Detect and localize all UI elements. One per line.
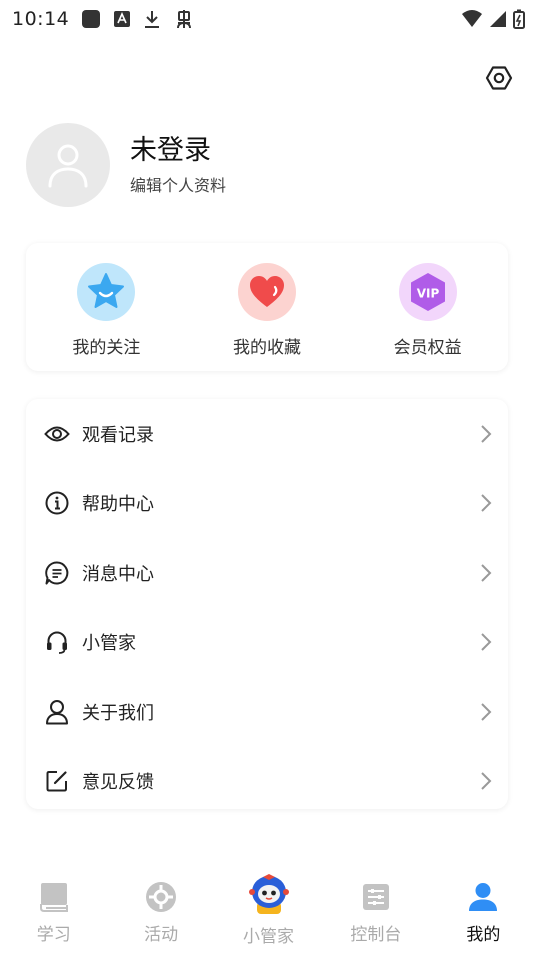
status-time: 10:14 xyxy=(12,8,70,30)
menu-item-label: 小管家 xyxy=(82,633,136,655)
notification-square-icon xyxy=(81,9,101,29)
chevron-right-icon xyxy=(481,633,492,651)
tab-activity[interactable]: 活动 xyxy=(107,868,214,956)
robot-icon xyxy=(247,872,291,916)
quick-action-label: 会员权益 xyxy=(393,338,462,358)
tab-label: 控制台 xyxy=(350,925,402,945)
console-icon xyxy=(359,880,393,914)
tab-assistant[interactable]: 小管家 xyxy=(215,868,322,956)
menu-item-label: 消息中心 xyxy=(82,563,154,585)
settings-gear-icon xyxy=(485,66,513,90)
menu-item-watch-history[interactable]: 观看记录 xyxy=(26,399,508,469)
chevron-right-icon xyxy=(481,703,492,721)
settings-button[interactable] xyxy=(485,64,513,92)
message-icon xyxy=(44,560,70,586)
tab-label: 活动 xyxy=(144,925,179,945)
edit-profile-link[interactable]: 编辑个人资料 xyxy=(130,172,226,196)
menu-item-label: 意见反馈 xyxy=(82,772,154,794)
quick-action-favorites[interactable]: 我的收藏 xyxy=(187,243,348,371)
vip-icon: VIP xyxy=(398,263,457,321)
tab-label: 我的 xyxy=(466,925,501,945)
quick-action-vip[interactable]: VIP 会员权益 xyxy=(347,243,508,371)
chevron-right-icon xyxy=(481,772,492,790)
person-icon xyxy=(466,880,500,914)
tab-label: 学习 xyxy=(36,925,71,945)
chevron-right-icon xyxy=(481,564,492,582)
quick-actions-card: 我的关注 我的收藏 VIP 会员权益 xyxy=(26,243,508,371)
edit-icon xyxy=(44,768,70,794)
vip-icon-text: VIP xyxy=(416,287,439,301)
default-avatar-icon xyxy=(48,144,88,188)
wifi-icon xyxy=(461,10,483,28)
profile-header[interactable]: 未登录 编辑个人资料 xyxy=(26,123,226,207)
star-icon xyxy=(77,263,136,321)
bottom-tab-bar: 学习 活动 小管家 控制台 我的 xyxy=(0,868,537,956)
info-icon xyxy=(44,490,70,516)
bug-icon xyxy=(173,8,195,30)
avatar[interactable] xyxy=(26,123,110,207)
menu-item-about-us[interactable]: 关于我们 xyxy=(26,677,508,747)
download-icon xyxy=(143,9,161,29)
quick-action-label: 我的关注 xyxy=(72,338,141,358)
menu-item-assistant[interactable]: 小管家 xyxy=(26,608,508,678)
menu-item-label: 帮助中心 xyxy=(82,494,154,516)
status-bar: 10:14 xyxy=(0,0,537,38)
eye-icon xyxy=(44,421,70,447)
battery-icon xyxy=(513,9,525,29)
heart-icon xyxy=(238,263,296,321)
tab-study[interactable]: 学习 xyxy=(0,868,107,956)
signal-icon xyxy=(489,10,507,28)
menu-item-label: 观看记录 xyxy=(82,424,154,446)
menu-item-help-center[interactable]: 帮助中心 xyxy=(26,469,508,539)
tab-label: 小管家 xyxy=(243,927,295,947)
profile-name: 未登录 xyxy=(130,135,211,166)
chevron-right-icon xyxy=(481,494,492,512)
compass-icon xyxy=(144,880,178,914)
headset-icon xyxy=(44,629,70,655)
menu-item-feedback[interactable]: 意见反馈 xyxy=(26,747,508,817)
notification-app-icon xyxy=(113,10,131,28)
menu-item-message-center[interactable]: 消息中心 xyxy=(26,538,508,608)
chevron-right-icon xyxy=(481,425,492,443)
quick-action-follow[interactable]: 我的关注 xyxy=(26,243,187,371)
tab-console[interactable]: 控制台 xyxy=(322,868,429,956)
book-icon xyxy=(37,880,71,914)
menu-item-label: 关于我们 xyxy=(82,702,154,724)
menu-card: 观看记录 帮助中心 消息中心 小管家 关于我们 意见反馈 xyxy=(26,399,508,809)
quick-action-label: 我的收藏 xyxy=(233,338,301,358)
user-icon xyxy=(44,699,70,725)
tab-mine[interactable]: 我的 xyxy=(430,868,537,956)
